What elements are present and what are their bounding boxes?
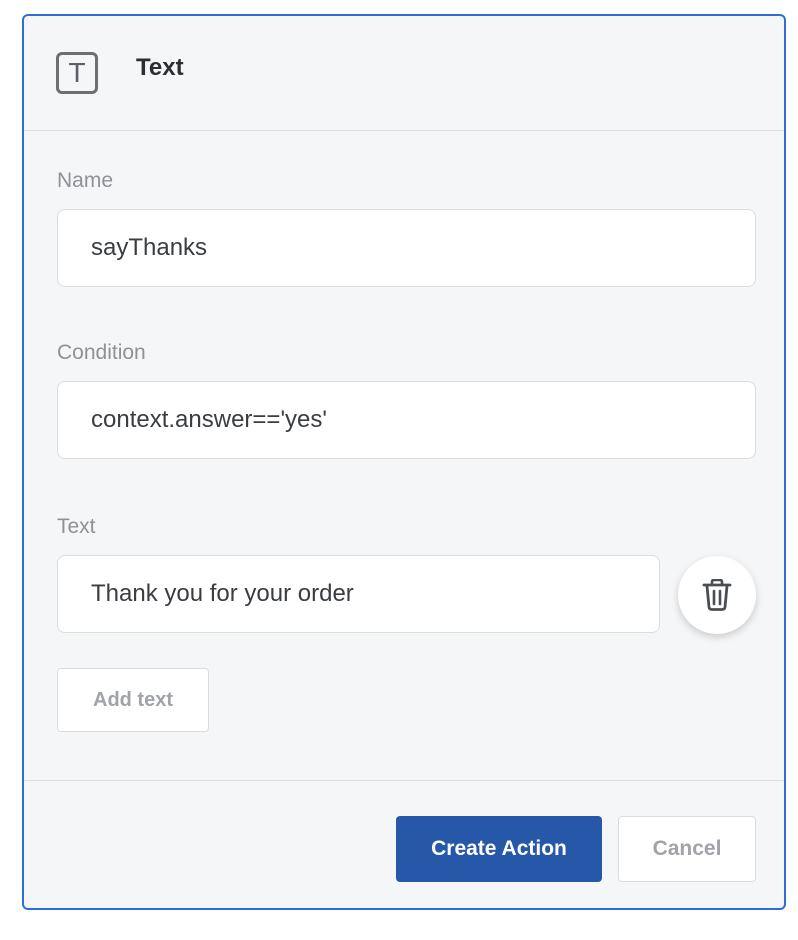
text-label: Text — [57, 515, 96, 538]
card-title: Text — [136, 54, 184, 81]
name-input[interactable]: sayThanks — [57, 209, 756, 287]
name-input-value: sayThanks — [91, 234, 208, 261]
condition-input-value: context.answer=='yes' — [91, 406, 327, 433]
text-input-value: Thank you for your order — [91, 580, 354, 607]
text-type-icon: T — [56, 52, 98, 94]
trash-icon — [702, 579, 732, 611]
card-footer: Create Action Cancel — [24, 780, 784, 908]
condition-input[interactable]: context.answer=='yes' — [57, 381, 756, 459]
name-label: Name — [57, 169, 114, 192]
add-text-button[interactable]: Add text — [57, 668, 209, 732]
cancel-button[interactable]: Cancel — [618, 816, 756, 882]
delete-text-button[interactable] — [678, 556, 756, 634]
text-type-icon-glyph: T — [68, 57, 86, 88]
condition-label: Condition — [57, 341, 146, 364]
create-action-button[interactable]: Create Action — [396, 816, 602, 882]
text-input[interactable]: Thank you for your order — [57, 555, 660, 633]
action-editor-card: T Text Name sayThanks Condition context.… — [22, 14, 786, 910]
card-header: T Text — [24, 16, 784, 131]
